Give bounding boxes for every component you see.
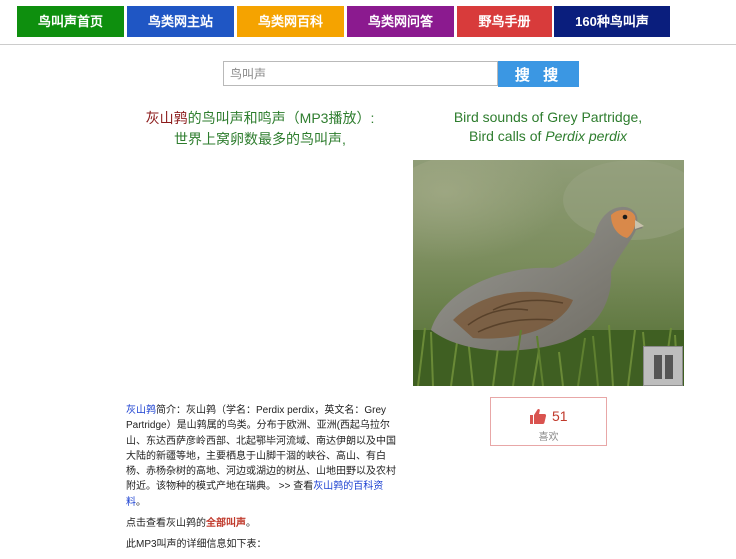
- nav-divider: [0, 44, 736, 45]
- search-button[interactable]: 搜 搜: [498, 61, 579, 87]
- title-en-latin-name: Perdix perdix: [545, 128, 627, 144]
- nav-item-qa[interactable]: 鸟类网问答: [347, 6, 454, 37]
- title-bird-name: 灰山鹑: [145, 110, 188, 126]
- nav-item-encyclopedia[interactable]: 鸟类网百科: [237, 6, 344, 37]
- pause-button[interactable]: [643, 346, 683, 386]
- page-title-chinese: 灰山鹑的鸟叫声和鸣声（MP3播放）: 世界上窝卵数最多的鸟叫声,: [110, 108, 410, 150]
- like-label: 喜欢: [538, 432, 559, 443]
- title-line2: 世界上窝卵数最多的鸟叫声,: [174, 131, 346, 147]
- intro-text: 简介：灰山鹑（学名：Perdix perdix，英文名：Grey Partrid…: [126, 405, 396, 493]
- details-line: 此MP3叫声的详细信息如下表：: [126, 539, 267, 551]
- title-en-line2-prefix: Bird calls of: [469, 128, 546, 144]
- pause-icon: [654, 355, 662, 379]
- nav-item-main-site[interactable]: 鸟类网主站: [127, 6, 234, 37]
- nav-item-bird-calls-home[interactable]: 鸟叫声首页: [17, 6, 124, 37]
- intro-paragraph: 灰山鹑简介：灰山鹑（学名：Perdix perdix，英文名：Grey Part…: [126, 403, 401, 510]
- thumbs-up-icon: [530, 408, 547, 424]
- nav-item-field-guide[interactable]: 野鸟手册: [457, 6, 552, 37]
- title-line1-rest: 的鸟叫声和鸣声（MP3播放）:: [187, 110, 375, 126]
- like-count: 51: [551, 408, 568, 424]
- title-en-line1: Bird sounds of Grey Partridge,: [453, 109, 643, 125]
- bird-name-link[interactable]: 灰山鹑: [126, 405, 156, 416]
- pause-icon-bar: [665, 355, 673, 379]
- page-title-english: Bird sounds of Grey Partridge, Bird call…: [413, 108, 683, 146]
- search-input[interactable]: [223, 61, 498, 86]
- like-button[interactable]: 51 喜欢: [490, 397, 607, 446]
- intro-period: 。: [136, 496, 146, 508]
- all-calls-line: 点击查看灰山鹑的全部叫声。: [126, 516, 401, 531]
- bird-info: 灰山鹑简介：灰山鹑（学名：Perdix perdix，英文名：Grey Part…: [126, 403, 401, 559]
- nav-item-160-bird-calls[interactable]: 160种鸟叫声: [554, 6, 670, 37]
